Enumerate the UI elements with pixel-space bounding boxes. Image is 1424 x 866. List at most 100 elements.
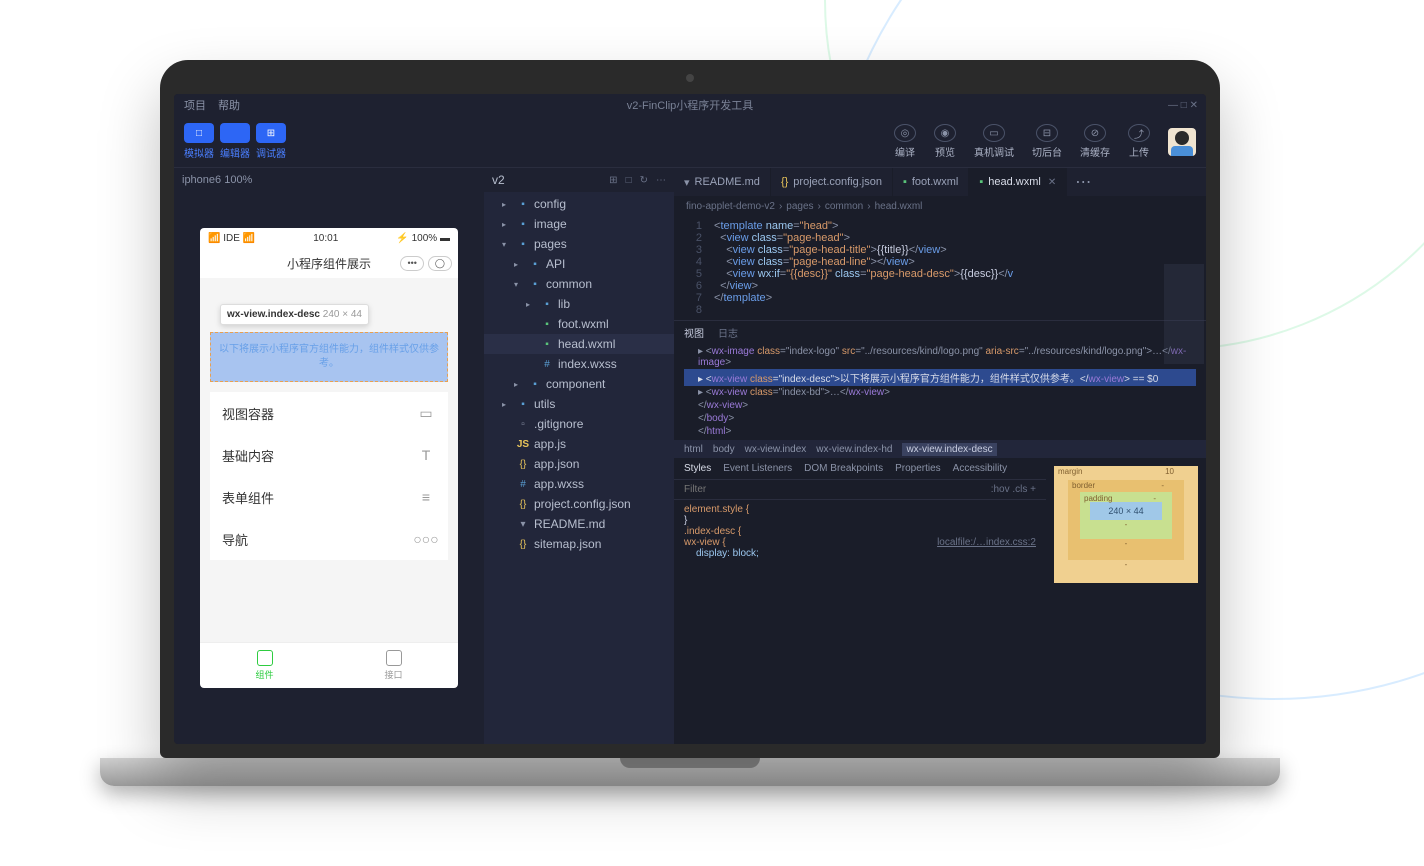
tab-elements[interactable]: 视图 [684, 325, 704, 340]
editor-tabs: ▾README.md{}project.config.json▪foot.wxm… [674, 168, 1206, 196]
dom-node[interactable]: ▸ <wx-image class="index-logo" src="../r… [684, 345, 1196, 369]
editor-tab[interactable]: {}project.config.json [771, 168, 893, 196]
css-rules[interactable]: element.style {}.index-desc {</span></di… [674, 500, 1046, 744]
row-icon: ▭ [416, 403, 436, 423]
editor-tab[interactable]: ▾README.md [674, 168, 771, 196]
tree-node[interactable]: #index.wxss [484, 354, 674, 374]
dom-crumb[interactable]: wx-view.index-desc [902, 443, 996, 456]
explorer-header: v2 ⊞ □ ↻ ⋯ [484, 168, 674, 192]
editor-tab[interactable]: ▪foot.wxml [893, 168, 969, 196]
tree-node[interactable]: ▾▪common [484, 274, 674, 294]
phone-preview: 📶 IDE 📶 10:01 ⚡ 100% ▬ 小程序组件展示 ••• ◯ [200, 228, 458, 688]
filter-input[interactable] [684, 484, 983, 495]
dom-crumb[interactable]: wx-view.index [745, 444, 807, 455]
tree-node[interactable]: ▫.gitignore [484, 414, 674, 434]
capsule-menu[interactable]: ••• [400, 256, 423, 271]
dom-tree[interactable]: ▸ <wx-image class="index-logo" src="../r… [674, 343, 1206, 440]
tree-node[interactable]: ▸▪config [484, 194, 674, 214]
phone-tab[interactable]: 接口 [329, 643, 458, 688]
styles-tab[interactable]: DOM Breakpoints [804, 463, 883, 474]
dom-node[interactable]: ▸ <wx-view class="index-bd">…</wx-view> [684, 386, 1196, 399]
editor-tab[interactable]: ▪head.wxml✕ [969, 168, 1067, 196]
simulator-device-label: iphone6 100% [174, 168, 484, 192]
menu-row[interactable]: 导航○○○ [210, 518, 448, 560]
tree-node[interactable]: ▸▪API [484, 254, 674, 274]
tree-node[interactable]: ▸▪component [484, 374, 674, 394]
styles-tab[interactable]: Accessibility [953, 463, 1007, 474]
tree-node[interactable]: ▸▪image [484, 214, 674, 234]
explorer-action-icon[interactable]: ↻ [640, 175, 648, 186]
menu-help[interactable]: 帮助 [218, 97, 240, 113]
minimap[interactable] [1164, 264, 1204, 364]
action-清缓存[interactable]: ⊘清缓存 [1080, 124, 1110, 159]
dom-node[interactable]: </body> [684, 412, 1196, 425]
tree-node[interactable]: ▾README.md [484, 514, 674, 534]
close-icon[interactable]: ✕ [1048, 177, 1056, 188]
crumb[interactable]: fino-applet-demo-v2 [686, 201, 775, 212]
styles-tab[interactable]: Styles [684, 463, 711, 474]
tree-node[interactable]: {}project.config.json [484, 494, 674, 514]
dom-crumb[interactable]: body [713, 444, 735, 455]
row-icon: ○○○ [416, 529, 436, 549]
crumb[interactable]: head.wxml [875, 201, 923, 212]
app-title: 小程序组件展示 [287, 255, 371, 272]
tab-overflow[interactable]: ⋯ [1067, 168, 1099, 196]
explorer-action-icon[interactable]: ⋯ [656, 175, 666, 186]
simulator-panel: iphone6 100% 📶 IDE 📶 10:01 ⚡ 100% ▬ 小程序组… [174, 168, 484, 744]
window-controls[interactable]: — □ ✕ [1168, 100, 1198, 111]
styles-tab[interactable]: Event Listeners [723, 463, 792, 474]
tree-node[interactable]: JSapp.js [484, 434, 674, 454]
inspect-tooltip: wx-view.index-desc 240 × 44 [220, 304, 369, 325]
dom-crumb[interactable]: wx-view.index-hd [816, 444, 892, 455]
styles-filter: :hov .cls + [674, 480, 1046, 500]
action-预览[interactable]: ◉预览 [934, 124, 956, 159]
project-root-label: v2 [492, 173, 505, 187]
dom-breadcrumbs: html body wx-view.index wx-view.index-hd wx-… [674, 440, 1206, 458]
phone-tab[interactable]: 组件 [200, 643, 329, 688]
avatar[interactable] [1168, 128, 1196, 156]
devtools: 视图 日志 ▸ <wx-image class="index-logo" src… [674, 320, 1206, 744]
tool-调试器[interactable]: ⊞调试器 [256, 123, 286, 160]
row-icon: ≡ [416, 487, 436, 507]
action-真机调试[interactable]: ▭真机调试 [974, 124, 1014, 159]
status-right: ⚡ 100% ▬ [396, 233, 450, 244]
tree-node[interactable]: {}sitemap.json [484, 534, 674, 554]
tree-node[interactable]: ▪foot.wxml [484, 314, 674, 334]
window-title: v2-FinClip小程序开发工具 [627, 97, 754, 113]
tree-node[interactable]: ▪head.wxml [484, 334, 674, 354]
action-上传[interactable]: ⤴上传 [1128, 124, 1150, 159]
explorer-action-icon[interactable]: □ [626, 175, 632, 186]
crumb[interactable]: common [825, 201, 863, 212]
tree-node[interactable]: ▸▪lib [484, 294, 674, 314]
tool-编辑器[interactable]: 编辑器 [220, 123, 250, 160]
code-editor[interactable]: 1<template name="head">2 <view class="pa… [674, 216, 1206, 320]
ide-window: 项目 帮助 v2-FinClip小程序开发工具 — □ ✕ □模拟器编辑器⊞调试… [174, 94, 1206, 744]
capsule-close[interactable]: ◯ [428, 256, 452, 271]
action-编译[interactable]: ◎编译 [894, 124, 916, 159]
editor-panel: ▾README.md{}project.config.json▪foot.wxm… [674, 168, 1206, 744]
menu-row[interactable]: 视图容器▭ [210, 392, 448, 434]
crumb[interactable]: pages [786, 201, 813, 212]
phone-tabbar: 组件接口 [200, 642, 458, 688]
dom-node[interactable]: ▸ <wx-view class="index-desc">以下将展示小程序官方… [684, 369, 1196, 386]
dom-crumb[interactable]: html [684, 444, 703, 455]
tree-node[interactable]: ▸▪utils [484, 394, 674, 414]
status-left: 📶 IDE 📶 [208, 233, 255, 244]
styles-tab[interactable]: Properties [895, 463, 941, 474]
dom-node[interactable]: </wx-view> [684, 399, 1196, 412]
explorer-action-icon[interactable]: ⊞ [609, 175, 617, 186]
highlighted-element[interactable]: 以下将展示小程序官方组件能力，组件样式仅供参考。 [210, 332, 448, 382]
tool-模拟器[interactable]: □模拟器 [184, 123, 214, 160]
menu-project[interactable]: 项目 [184, 97, 206, 113]
action-切后台[interactable]: ⊟切后台 [1032, 124, 1062, 159]
phone-status-bar: 📶 IDE 📶 10:01 ⚡ 100% ▬ [200, 228, 458, 248]
menu-row[interactable]: 表单组件≡ [210, 476, 448, 518]
tab-console[interactable]: 日志 [718, 325, 738, 340]
tree-node[interactable]: ▾▪pages [484, 234, 674, 254]
filter-actions[interactable]: :hov .cls + [991, 484, 1036, 495]
dom-node[interactable]: </html> [684, 425, 1196, 438]
tree-node[interactable]: #app.wxss [484, 474, 674, 494]
tree-node[interactable]: {}app.json [484, 454, 674, 474]
menu-row[interactable]: 基础内容T [210, 434, 448, 476]
box-model: margin 10 border - padding - 240 × 4 [1046, 458, 1206, 744]
